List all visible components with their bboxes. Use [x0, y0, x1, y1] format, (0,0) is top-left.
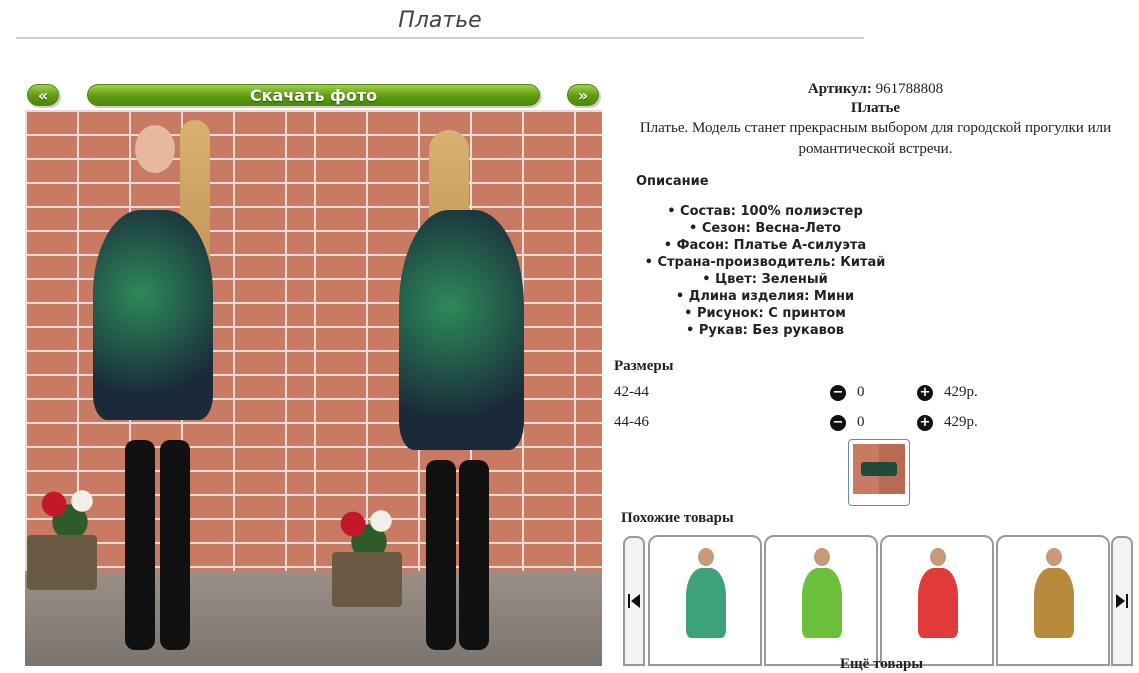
- spec-list: Состав: 100% полиэстер Сезон: Весна-Лето…: [612, 203, 918, 339]
- size-name: 42-44: [614, 384, 649, 400]
- article-value: 961788808: [875, 81, 944, 97]
- similar-item[interactable]: [764, 535, 878, 666]
- minus-circle-icon[interactable]: −: [830, 385, 846, 401]
- spec-item: Страна-производитель: Китай: [612, 254, 918, 271]
- size-row: 44-46 − 0 + 429р.: [614, 414, 1014, 434]
- description-title: Описание: [636, 174, 709, 189]
- article-label: Артикул:: [807, 81, 872, 97]
- product-photo: [25, 110, 602, 666]
- similar-item[interactable]: [648, 535, 762, 666]
- spec-item: Рукав: Без рукавов: [612, 322, 918, 339]
- sizes-title: Размеры: [614, 358, 674, 374]
- photo-front-view: [25, 110, 314, 666]
- next-photo-button[interactable]: »: [567, 84, 599, 106]
- more-items-link[interactable]: Ещё товары: [840, 656, 923, 673]
- spec-item: Фасон: Платье А-силуэта: [612, 237, 918, 254]
- size-price: 429р.: [944, 414, 978, 430]
- size-name: 44-46: [614, 414, 649, 430]
- article-line: Артикул: 961788808: [612, 80, 1139, 98]
- plus-circle-icon[interactable]: +: [917, 385, 933, 401]
- spec-item: Рисунок: С принтом: [612, 305, 918, 322]
- prev-photo-button[interactable]: «: [27, 84, 59, 106]
- similar-item[interactable]: [880, 535, 994, 666]
- skip-back-icon[interactable]: [623, 536, 645, 666]
- product-short-description: Платье. Модель станет прекрасным выбором…: [639, 120, 1112, 157]
- thumbnail-image: [853, 444, 905, 494]
- photo-back-view: [314, 110, 602, 666]
- photo-thumbnail[interactable]: [848, 439, 910, 506]
- download-photo-button[interactable]: Скачать фото: [87, 84, 540, 106]
- spec-item: Сезон: Весна-Лето: [612, 220, 918, 237]
- spec-item: Цвет: Зеленый: [612, 271, 918, 288]
- size-qty: 0: [857, 384, 865, 400]
- product-name: Платье: [850, 100, 901, 116]
- size-qty: 0: [857, 414, 865, 430]
- similar-title: Похожие товары: [621, 510, 734, 526]
- size-row: 42-44 − 0 + 429р.: [614, 384, 1014, 404]
- minus-circle-icon[interactable]: −: [830, 415, 846, 431]
- similar-item[interactable]: [996, 535, 1110, 666]
- product-info: Артикул: 961788808 Платье Платье. Модель…: [612, 80, 1139, 339]
- skip-forward-icon[interactable]: [1111, 536, 1133, 666]
- page-title: Платье: [16, 8, 864, 39]
- size-price: 429р.: [944, 384, 978, 400]
- similar-carousel: [622, 535, 1139, 666]
- plus-circle-icon[interactable]: +: [917, 415, 933, 431]
- spec-item: Состав: 100% полиэстер: [612, 203, 918, 220]
- spec-item: Длина изделия: Мини: [612, 288, 918, 305]
